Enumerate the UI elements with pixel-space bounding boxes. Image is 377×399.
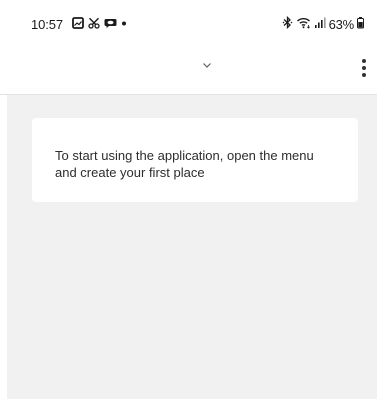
battery-icon [357,16,364,34]
scissors-icon [88,16,100,34]
status-icons-left [72,17,127,33]
gallery-icon [72,16,84,34]
empty-state-message: To start using the application, open the… [55,148,314,180]
more-vert-icon[interactable] [358,57,370,79]
signal-icon [314,16,326,34]
wifi-icon [296,16,311,34]
bluetooth-icon [282,15,293,34]
battery-percent: 63% [328,17,355,32]
app-screen: 10:57 63% To start using the application… [0,0,377,399]
app-bar [0,42,377,95]
status-icons-right: 63% [282,15,364,34]
chat-bubble-icon [104,16,117,34]
empty-state-card: To start using the application, open the… [32,118,358,202]
status-time: 10:57 [31,17,64,32]
status-bar: 10:57 63% [0,0,377,42]
notification-dot-icon [121,16,127,34]
chevron-down-icon[interactable] [199,57,215,73]
